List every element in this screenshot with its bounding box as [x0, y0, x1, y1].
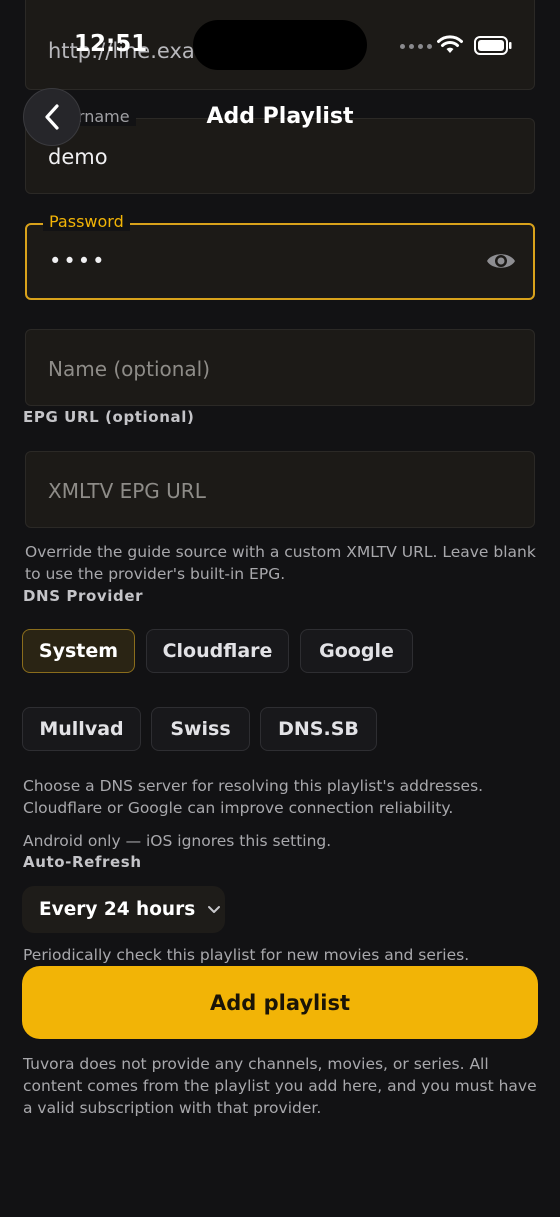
eye-icon[interactable] — [485, 248, 517, 274]
dynamic-island — [193, 20, 367, 70]
auto-refresh-select[interactable]: Every 24 hours — [22, 886, 225, 933]
signal-dots-icon — [400, 44, 432, 49]
username-value: demo — [48, 145, 108, 169]
dns-option-swiss[interactable]: Swiss — [151, 707, 250, 751]
disclaimer: Tuvora does not provide any channels, mo… — [23, 1055, 537, 1117]
dns-option-mullvad[interactable]: Mullvad — [22, 707, 141, 751]
add-playlist-button[interactable]: Add playlist — [22, 966, 538, 1039]
battery-icon — [474, 36, 512, 55]
dns-label: DNS Provider — [23, 587, 144, 605]
epg-help: Override the guide source with a custom … — [25, 543, 536, 583]
name-field[interactable]: Name (optional) — [25, 329, 535, 406]
chevron-down-icon — [208, 905, 221, 913]
password-value: •••• — [49, 249, 107, 273]
dns-option-google[interactable]: Google — [300, 629, 413, 673]
password-legend: Password — [43, 212, 130, 231]
wifi-icon — [437, 35, 463, 53]
auto-refresh-value: Every 24 hours — [39, 899, 196, 920]
dns-help: Choose a DNS server for resolving this p… — [23, 777, 484, 817]
dns-option-cloudflare[interactable]: Cloudflare — [146, 629, 289, 673]
auto-refresh-label: Auto-Refresh — [23, 853, 142, 871]
epg-url-field[interactable]: XMLTV EPG URL — [25, 451, 535, 528]
status-time: 12:51 — [74, 31, 148, 57]
epg-url-placeholder: XMLTV EPG URL — [48, 479, 206, 503]
dns-option-dnssb[interactable]: DNS.SB — [260, 707, 377, 751]
epg-label: EPG URL (optional) — [23, 408, 195, 426]
auto-refresh-help: Periodically check this playlist for new… — [23, 946, 470, 964]
page-title: Add Playlist — [206, 104, 354, 129]
dns-option-system[interactable]: System — [22, 629, 135, 673]
dns-note: Android only — iOS ignores this setting. — [23, 832, 332, 850]
username-field[interactable]: Username demo — [25, 107, 535, 194]
name-placeholder: Name (optional) — [48, 357, 211, 381]
password-field[interactable]: Password •••• — [25, 212, 535, 300]
